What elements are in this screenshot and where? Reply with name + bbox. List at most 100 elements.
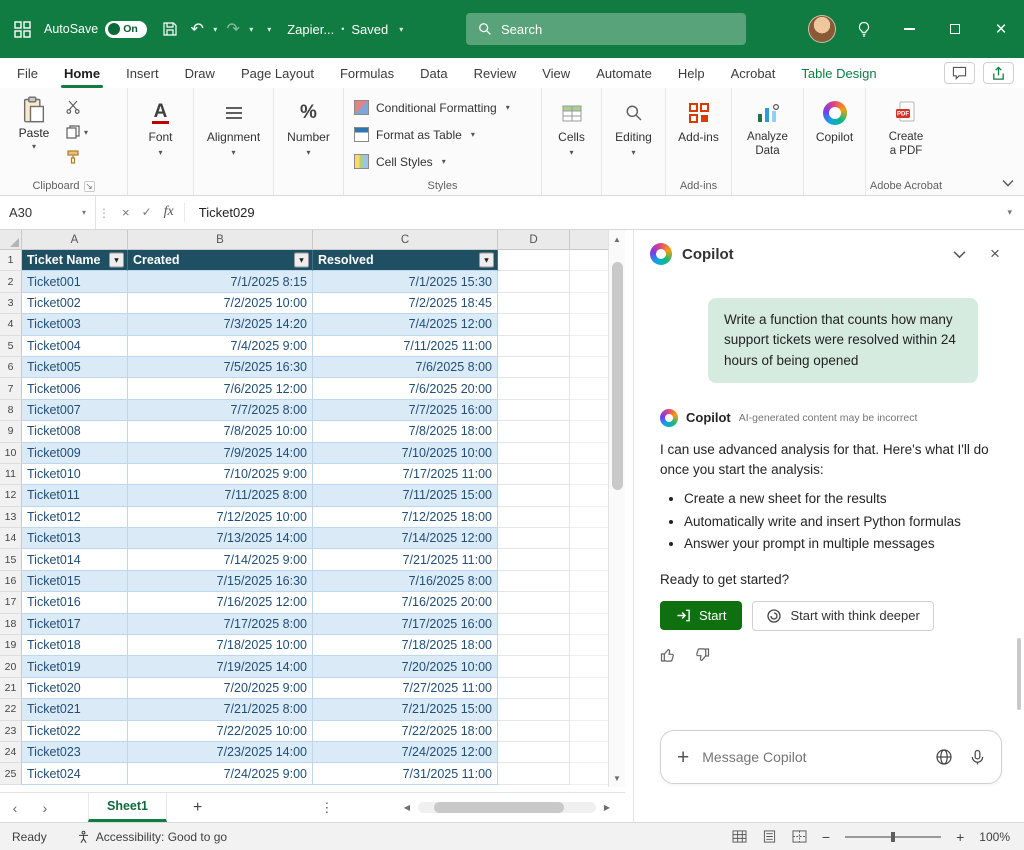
cell[interactable] xyxy=(498,571,570,592)
cell[interactable]: Ticket014 xyxy=(22,549,128,570)
ribbon-tab-home[interactable]: Home xyxy=(51,58,113,88)
cell[interactable]: 7/21/2025 15:00 xyxy=(313,699,498,720)
attach-plus-icon[interactable]: + xyxy=(677,747,689,768)
ribbon-tab-automate[interactable]: Automate xyxy=(583,58,665,88)
cell[interactable]: Ticket021 xyxy=(22,699,128,720)
cells-group[interactable]: Cells ▾ xyxy=(542,88,602,195)
pane-close-icon[interactable]: × xyxy=(982,244,1008,264)
cell[interactable]: Ticket004 xyxy=(22,336,128,357)
horizontal-scroll-thumb[interactable] xyxy=(434,802,564,813)
cell[interactable] xyxy=(498,656,570,677)
accessibility-status[interactable]: Accessibility: Good to go xyxy=(77,830,227,844)
cell[interactable]: 7/21/2025 11:00 xyxy=(313,549,498,570)
row-header-12[interactable]: 12 xyxy=(0,485,22,506)
table-header-cell[interactable]: Resolved▾ xyxy=(313,250,498,271)
thumbs-down-icon[interactable] xyxy=(694,647,710,663)
cell[interactable]: 7/17/2025 16:00 xyxy=(313,614,498,635)
cell[interactable] xyxy=(498,742,570,763)
cell[interactable] xyxy=(498,614,570,635)
cell[interactable]: 7/9/2025 14:00 xyxy=(128,443,313,464)
row-header-9[interactable]: 9 xyxy=(0,421,22,442)
zoom-out-icon[interactable]: − xyxy=(822,829,830,845)
ribbon-tab-view[interactable]: View xyxy=(529,58,583,88)
cell[interactable] xyxy=(498,549,570,570)
thumbs-up-icon[interactable] xyxy=(660,647,676,663)
zoom-slider-thumb[interactable] xyxy=(891,832,895,842)
zoom-level[interactable]: 100% xyxy=(979,830,1010,844)
pane-scrollbar-thumb[interactable] xyxy=(1017,638,1021,710)
row-header-18[interactable]: 18 xyxy=(0,614,22,635)
cancel-entry-icon[interactable]: × xyxy=(122,205,130,220)
cell[interactable]: 7/12/2025 10:00 xyxy=(128,507,313,528)
scroll-left-icon[interactable]: ◀ xyxy=(399,803,415,812)
cell[interactable] xyxy=(498,635,570,656)
copilot-message-input[interactable]: + Message Copilot xyxy=(660,730,1002,784)
cell[interactable] xyxy=(498,378,570,399)
sheet-nav-next-icon[interactable]: › xyxy=(30,800,60,816)
row-header-6[interactable]: 6 xyxy=(0,357,22,378)
cell[interactable]: 7/17/2025 8:00 xyxy=(128,614,313,635)
cell[interactable]: 7/27/2025 11:00 xyxy=(313,678,498,699)
cell[interactable]: 7/16/2025 12:00 xyxy=(128,592,313,613)
column-header-d[interactable]: D xyxy=(498,230,570,249)
row-header-13[interactable]: 13 xyxy=(0,507,22,528)
collapse-ribbon-icon[interactable] xyxy=(1002,179,1014,187)
row-header-3[interactable]: 3 xyxy=(0,293,22,314)
cell[interactable]: 7/11/2025 8:00 xyxy=(128,485,313,506)
number-group[interactable]: % Number ▾ xyxy=(274,88,344,195)
cell[interactable]: 7/19/2025 14:00 xyxy=(128,656,313,677)
cell[interactable]: 7/15/2025 16:30 xyxy=(128,571,313,592)
undo-caret-icon[interactable]: ▾ xyxy=(209,25,221,34)
cell[interactable] xyxy=(498,400,570,421)
editing-group[interactable]: Editing ▾ xyxy=(602,88,666,195)
row-header-2[interactable]: 2 xyxy=(0,271,22,292)
cell[interactable]: Ticket005 xyxy=(22,357,128,378)
conditional-formatting-button[interactable]: Conditional Formatting ▾ xyxy=(344,94,541,121)
cell[interactable]: Ticket024 xyxy=(22,763,128,784)
column-header-a[interactable]: A xyxy=(22,230,128,249)
filter-dropdown-icon[interactable]: ▾ xyxy=(109,253,124,268)
app-launcher-icon[interactable] xyxy=(0,21,44,38)
cell[interactable]: 7/20/2025 9:00 xyxy=(128,678,313,699)
cell[interactable]: Ticket003 xyxy=(22,314,128,335)
cell[interactable]: 7/17/2025 11:00 xyxy=(313,464,498,485)
cell[interactable] xyxy=(498,314,570,335)
cell-styles-button[interactable]: Cell Styles ▾ xyxy=(344,148,541,175)
row-header-22[interactable]: 22 xyxy=(0,699,22,720)
ribbon-tab-acrobat[interactable]: Acrobat xyxy=(718,58,789,88)
copy-button[interactable]: ▾ xyxy=(66,125,88,139)
zoom-slider[interactable] xyxy=(845,836,941,838)
pane-collapse-icon[interactable] xyxy=(946,250,972,259)
row-header-17[interactable]: 17 xyxy=(0,592,22,613)
cell[interactable] xyxy=(498,443,570,464)
cell[interactable]: 7/10/2025 9:00 xyxy=(128,464,313,485)
cell[interactable]: 7/8/2025 10:00 xyxy=(128,421,313,442)
cell[interactable]: 7/13/2025 14:00 xyxy=(128,528,313,549)
cell[interactable]: Ticket022 xyxy=(22,721,128,742)
column-header-c[interactable]: C xyxy=(313,230,498,249)
cell[interactable]: Ticket001 xyxy=(22,271,128,292)
zoom-in-icon[interactable]: + xyxy=(956,829,964,845)
cell[interactable] xyxy=(498,271,570,292)
cell[interactable] xyxy=(498,336,570,357)
confirm-entry-icon[interactable]: ✓ xyxy=(142,205,152,219)
cell[interactable]: 7/8/2025 18:00 xyxy=(313,421,498,442)
scroll-right-icon[interactable]: ▶ xyxy=(599,803,615,812)
undo-icon[interactable]: ↶ xyxy=(185,19,209,39)
row-header-10[interactable]: 10 xyxy=(0,443,22,464)
clipboard-dialog-launcher[interactable]: ↘ xyxy=(84,181,95,192)
search-input[interactable]: Search xyxy=(466,13,746,45)
cell[interactable]: 7/1/2025 15:30 xyxy=(313,271,498,292)
cell[interactable]: 7/11/2025 15:00 xyxy=(313,485,498,506)
document-title[interactable]: Zapier... • Saved ▾ xyxy=(287,22,407,37)
think-deeper-button[interactable]: Start with think deeper xyxy=(752,601,933,631)
insert-function-icon[interactable]: fx xyxy=(164,204,174,220)
close-button[interactable]: × xyxy=(978,0,1024,58)
cell[interactable]: 7/22/2025 10:00 xyxy=(128,721,313,742)
page-break-view-icon[interactable] xyxy=(792,830,807,843)
cell[interactable] xyxy=(498,293,570,314)
cell[interactable]: Ticket011 xyxy=(22,485,128,506)
lightbulb-icon[interactable] xyxy=(856,21,872,37)
cell[interactable]: 7/12/2025 18:00 xyxy=(313,507,498,528)
horizontal-scrollbar[interactable]: ◀ ▶ xyxy=(399,802,615,813)
